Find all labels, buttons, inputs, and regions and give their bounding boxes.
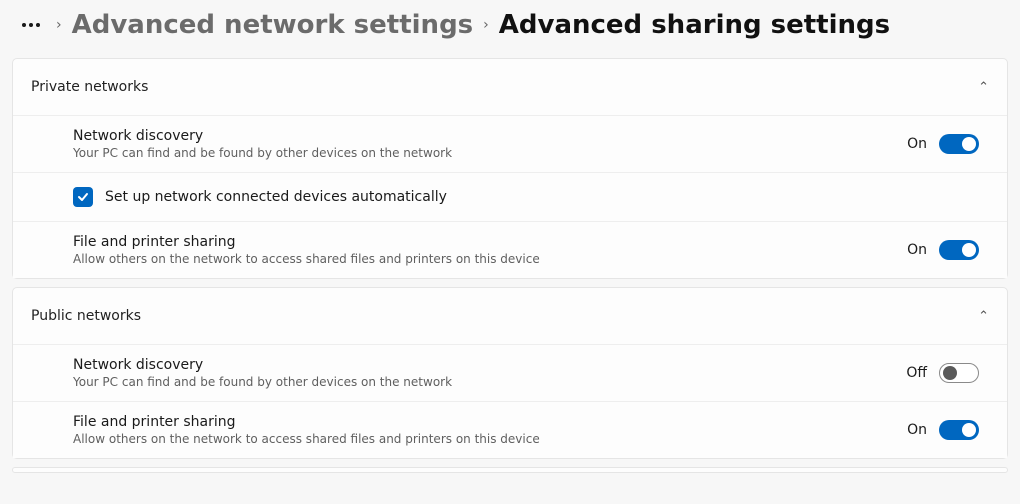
setting-description: Allow others on the network to access sh… xyxy=(73,252,540,266)
setting-description: Your PC can find and be found by other d… xyxy=(73,146,452,160)
section-stub xyxy=(12,467,1008,473)
section-public-networks: Public networks ⌃ Network discovery Your… xyxy=(12,287,1008,459)
chevron-right-icon: › xyxy=(481,17,491,33)
ellipsis-icon[interactable] xyxy=(16,19,46,31)
toggle-file-printer-sharing[interactable] xyxy=(939,240,979,260)
setting-description: Allow others on the network to access sh… xyxy=(73,432,540,446)
chevron-up-icon: ⌃ xyxy=(978,309,989,324)
setting-description: Your PC can find and be found by other d… xyxy=(73,375,452,389)
checkbox-auto-setup[interactable] xyxy=(73,187,93,207)
toggle-file-printer-sharing-public[interactable] xyxy=(939,420,979,440)
section-header-public[interactable]: Public networks ⌃ xyxy=(13,288,1007,344)
setting-network-discovery: Network discovery Your PC can find and b… xyxy=(13,115,1007,172)
toggle-network-discovery-public[interactable] xyxy=(939,363,979,383)
toggle-state-label: On xyxy=(907,422,927,438)
setting-auto-setup: Set up network connected devices automat… xyxy=(13,172,1007,221)
toggle-state-label: On xyxy=(907,136,927,152)
section-private-networks: Private networks ⌃ Network discovery You… xyxy=(12,58,1008,279)
section-header-private[interactable]: Private networks ⌃ xyxy=(13,59,1007,115)
breadcrumb: › Advanced network settings › Advanced s… xyxy=(0,0,1020,58)
setting-title: Network discovery xyxy=(73,357,452,373)
section-title: Private networks xyxy=(31,79,148,95)
chevron-up-icon: ⌃ xyxy=(978,80,989,95)
setting-file-printer-sharing: File and printer sharing Allow others on… xyxy=(13,221,1007,278)
toggle-state-label: Off xyxy=(906,365,927,381)
toggle-state-label: On xyxy=(907,242,927,258)
setting-file-printer-sharing-public: File and printer sharing Allow others on… xyxy=(13,401,1007,458)
setting-network-discovery-public: Network discovery Your PC can find and b… xyxy=(13,344,1007,401)
setting-title: File and printer sharing xyxy=(73,414,540,430)
section-title: Public networks xyxy=(31,308,141,324)
page-title: Advanced sharing settings xyxy=(499,10,890,40)
setting-title: Network discovery xyxy=(73,128,452,144)
chevron-right-icon: › xyxy=(54,17,64,33)
checkbox-label: Set up network connected devices automat… xyxy=(105,189,447,205)
breadcrumb-parent[interactable]: Advanced network settings xyxy=(72,10,474,40)
toggle-network-discovery[interactable] xyxy=(939,134,979,154)
setting-title: File and printer sharing xyxy=(73,234,540,250)
